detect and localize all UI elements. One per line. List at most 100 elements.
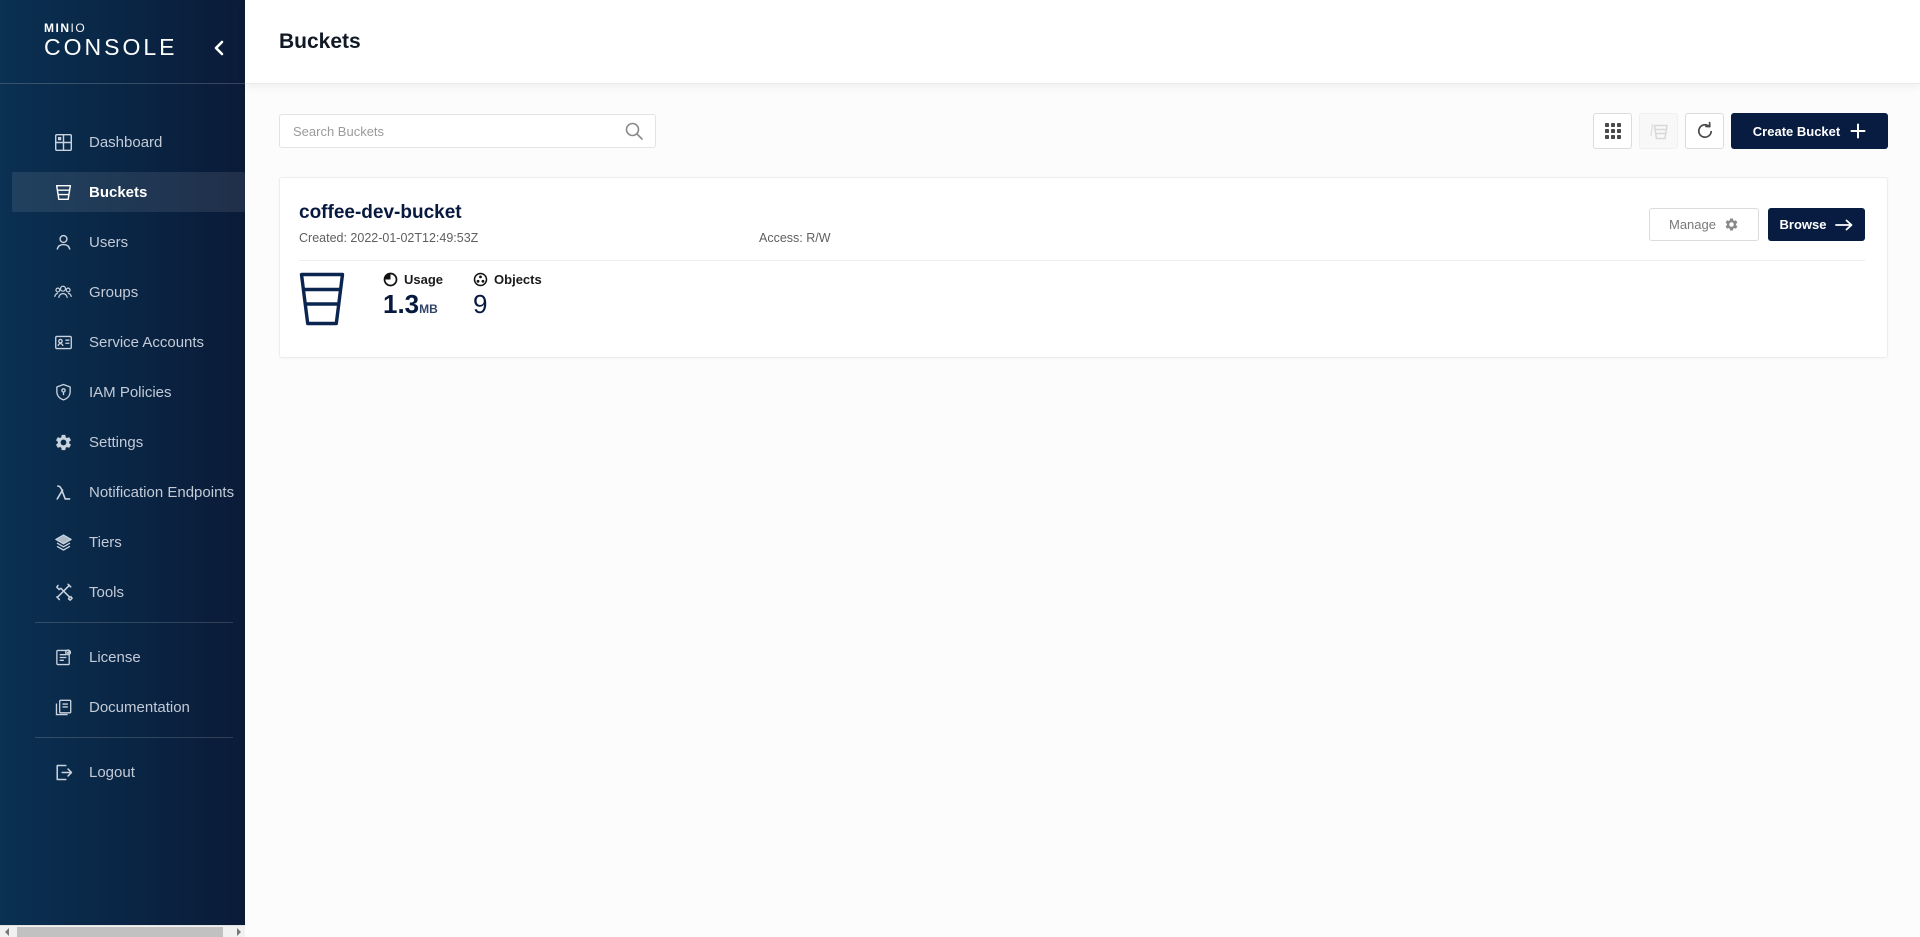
main-column: Buckets (245, 0, 1920, 937)
usage-number: 1.3 (383, 289, 419, 319)
logout-icon (53, 762, 73, 782)
sidebar-collapse-button[interactable] (213, 38, 231, 58)
page-header: Buckets (245, 0, 1920, 84)
sidebar-item-label: Tiers (89, 534, 122, 551)
sidebar-item-documentation[interactable]: Documentation (0, 687, 245, 727)
sidebar-item-notification-endpoints[interactable]: Notification Endpoints (0, 472, 245, 512)
objects-label-row: Objects (473, 272, 542, 287)
content-area: Create Bucket coffee-dev-bucket Created:… (245, 84, 1920, 937)
sidebar-item-label: Logout (89, 764, 135, 781)
lambda-icon (53, 482, 73, 502)
sidebar-item-label: Groups (89, 284, 138, 301)
sidebar: MINIO CONSOLE Dashboard Buckets Users Group… (0, 0, 245, 925)
tools-icon (53, 582, 73, 602)
bucket-access: Access: R/W (759, 231, 831, 245)
service-accounts-icon (53, 332, 73, 352)
create-bucket-label: Create Bucket (1753, 124, 1840, 139)
usage-unit: MB (419, 302, 438, 316)
sidebar-item-label: Buckets (89, 184, 147, 201)
bucket-meta: Created: 2022-01-02T12:49:53Z Access: R/… (299, 231, 831, 245)
sidebar-item-users[interactable]: Users (0, 222, 245, 262)
usage-value: 1.3MB (383, 289, 443, 324)
scrollbar-thumb[interactable] (17, 927, 223, 937)
bucket-card-top: coffee-dev-bucket Created: 2022-01-02T12… (299, 202, 1865, 245)
objects-value: 9 (473, 289, 542, 319)
delete-multiple-buckets-button (1639, 113, 1678, 149)
delete-buckets-icon (1649, 121, 1669, 141)
app-root: MINIO CONSOLE Dashboard Buckets Users Group… (0, 0, 1920, 937)
sidebar-item-label: Dashboard (89, 134, 162, 151)
search-input[interactable] (279, 114, 656, 148)
brand-name: MINIO (44, 22, 245, 34)
buckets-toolbar: Create Bucket (279, 113, 1888, 149)
sidebar-column: MINIO CONSOLE Dashboard Buckets Users Group… (0, 0, 245, 937)
sidebar-item-license[interactable]: License (0, 637, 245, 677)
sidebar-divider (35, 737, 233, 738)
sidebar-item-dashboard[interactable]: Dashboard (0, 122, 245, 162)
sidebar-item-tools[interactable]: Tools (0, 572, 245, 612)
settings-icon (53, 432, 73, 452)
create-bucket-button[interactable]: Create Bucket (1731, 113, 1888, 149)
sidebar-item-logout[interactable]: Logout (0, 752, 245, 792)
gear-icon (1724, 217, 1739, 232)
license-icon (53, 647, 73, 667)
sidebar-menu: Dashboard Buckets Users Groups Service Accou… (0, 84, 245, 802)
browse-label: Browse (1780, 217, 1827, 232)
dashboard-icon (53, 132, 73, 152)
objects-stat: Objects 9 (473, 272, 542, 319)
sidebar-item-settings[interactable]: Settings (0, 422, 245, 462)
horizontal-scrollbar[interactable] (0, 925, 245, 937)
scroll-left-arrow-icon[interactable] (5, 928, 9, 936)
users-icon (53, 232, 73, 252)
brand-logo: MINIO CONSOLE (0, 0, 245, 84)
page-title: Buckets (279, 30, 361, 54)
groups-icon (53, 282, 73, 302)
bucket-created: Created: 2022-01-02T12:49:53Z (299, 231, 759, 245)
objects-label: Objects (494, 272, 542, 287)
usage-pie-icon (383, 272, 398, 287)
arrow-right-icon (1835, 219, 1853, 231)
bucket-actions: Manage Browse (1649, 208, 1865, 245)
sidebar-item-tiers[interactable]: Tiers (0, 522, 245, 562)
bucket-card: coffee-dev-bucket Created: 2022-01-02T12… (279, 177, 1888, 358)
plus-icon (1850, 123, 1866, 139)
sidebar-item-buckets[interactable]: Buckets (12, 172, 245, 212)
toolbar-actions: Create Bucket (1593, 113, 1888, 149)
scroll-right-arrow-icon[interactable] (237, 928, 241, 936)
refresh-button[interactable] (1685, 113, 1724, 149)
refresh-icon (1695, 121, 1715, 141)
sidebar-divider (35, 622, 233, 623)
sidebar-item-label: License (89, 649, 141, 666)
usage-label: Usage (404, 272, 443, 287)
bucket-card-info: coffee-dev-bucket Created: 2022-01-02T12… (299, 202, 831, 245)
search-icon (624, 121, 644, 141)
sidebar-item-label: IAM Policies (89, 384, 172, 401)
grid-view-icon (1604, 122, 1622, 140)
tiers-icon (53, 532, 73, 552)
brand-name-bold: MIN (44, 21, 71, 35)
sidebar-item-groups[interactable]: Groups (0, 272, 245, 312)
sidebar-item-label: Settings (89, 434, 143, 451)
bucket-name-link[interactable]: coffee-dev-bucket (299, 202, 831, 224)
usage-label-row: Usage (383, 272, 443, 287)
usage-stat: Usage 1.3MB (383, 272, 443, 324)
bucket-icon (299, 272, 345, 326)
chevron-left-icon (213, 40, 231, 56)
browse-button[interactable]: Browse (1768, 208, 1865, 241)
objects-icon (473, 272, 488, 287)
bucket-stats: Usage 1.3MB Objects 9 (299, 261, 1865, 326)
sidebar-item-label: Tools (89, 584, 124, 601)
manage-button[interactable]: Manage (1649, 208, 1759, 241)
documentation-icon (53, 697, 73, 717)
sidebar-item-iam-policies[interactable]: IAM Policies (0, 372, 245, 412)
grid-view-button[interactable] (1593, 113, 1632, 149)
manage-label: Manage (1669, 217, 1716, 232)
sidebar-item-label: Service Accounts (89, 334, 204, 351)
iam-policies-icon (53, 382, 73, 402)
sidebar-item-label: Users (89, 234, 128, 251)
search-wrap (279, 114, 656, 148)
buckets-icon (53, 182, 73, 202)
brand-name-light: IO (71, 21, 87, 35)
sidebar-item-label: Notification Endpoints (89, 484, 234, 501)
sidebar-item-service-accounts[interactable]: Service Accounts (0, 322, 245, 362)
